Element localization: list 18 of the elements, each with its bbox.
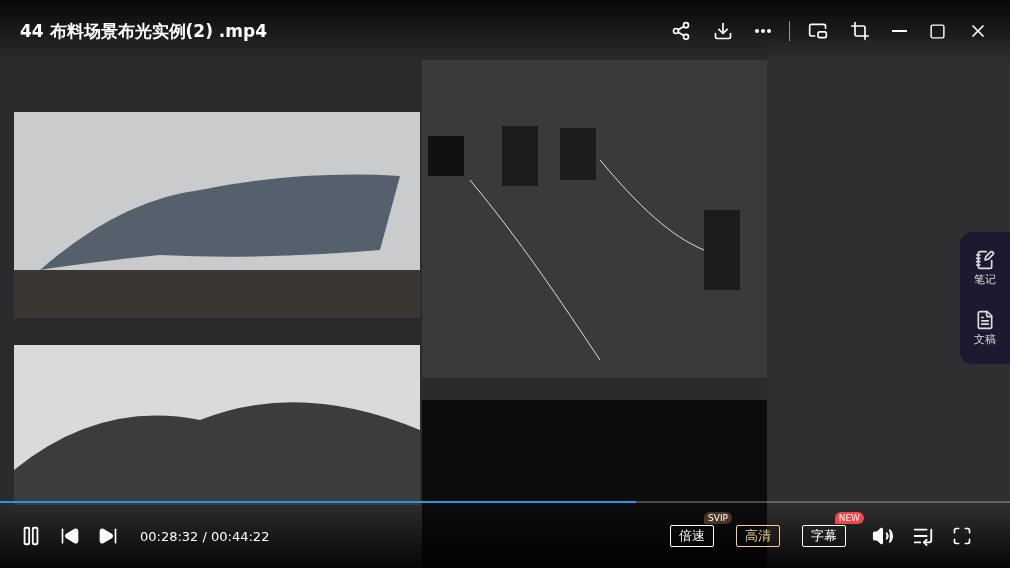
- previous-icon: [60, 526, 80, 546]
- side-button-label: 文稿: [974, 331, 996, 347]
- maximize-icon: [929, 22, 946, 40]
- player-option-button[interactable]: 倍速: [670, 525, 714, 547]
- next-icon: [98, 526, 118, 546]
- option-badge: NEW: [834, 512, 864, 524]
- side-button-label: 笔记: [974, 271, 996, 287]
- minimize-icon: [892, 30, 907, 32]
- transcript-button[interactable]: 文稿: [972, 307, 998, 349]
- video-title: 44 布料场景布光实例(2) .mp4: [20, 19, 269, 43]
- notes-button[interactable]: 笔记: [972, 247, 998, 289]
- player-option-button[interactable]: 高清: [736, 525, 780, 547]
- document-icon: [975, 309, 995, 330]
- more-icon: [755, 29, 771, 33]
- playback-time: 00:28:32 / 00:44:22: [140, 528, 271, 544]
- player-option-button[interactable]: 字幕: [802, 525, 846, 547]
- option-badge: SVIP: [704, 512, 732, 524]
- notebook-pen-icon: [975, 249, 995, 270]
